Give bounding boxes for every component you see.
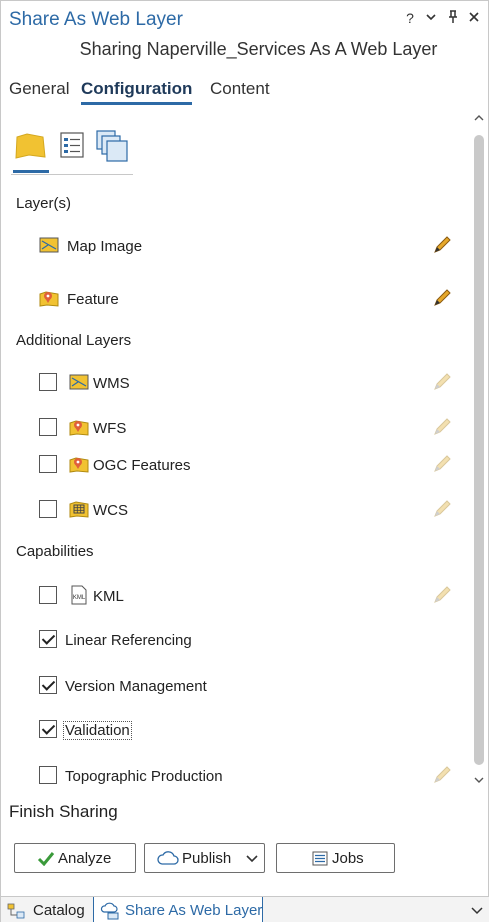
additional-layer-row-wfs: WFS [1,416,469,442]
layer-label: Map Image [67,238,143,255]
vertical-scrollbar[interactable] [471,113,487,789]
linear-referencing-checkbox[interactable] [39,630,57,648]
map-image-icon [39,237,59,253]
capability-row-validation: Validation [1,718,469,744]
bottom-tab-catalog[interactable]: Catalog [5,897,91,922]
layer-label: Feature [67,291,119,308]
layer-row-feature: Feature [1,287,469,313]
additional-layer-row-ogc-features: OGC Features [1,453,469,479]
share-web-layer-icon [100,902,119,920]
version-management-checkbox[interactable] [39,676,57,694]
tab-content[interactable]: Content [210,79,270,99]
feature-layer-icon [69,457,89,473]
capability-row-topographic-production: Topographic Production [1,764,469,790]
pin-icon [449,10,457,23]
kml-checkbox[interactable] [39,586,57,604]
edit-ogc-features-button[interactable] [431,453,453,475]
share-as-web-layer-pane: Share As Web Layer ? Sharing Naperville_… [0,0,489,922]
capability-row-linear-referencing: Linear Referencing [1,628,469,654]
capability-row-kml: KML KML [1,584,469,610]
scrollbar-thumb[interactable] [474,135,484,765]
capability-label: Version Management [65,678,207,695]
wfs-checkbox[interactable] [39,418,57,436]
capabilities-heading: Capabilities [16,543,94,560]
pane-subtitle: Sharing Naperville_Services As A Web Lay… [79,39,438,59]
catalog-icon [7,903,25,919]
analyze-button[interactable]: Analyze [14,843,136,873]
options-menu-button[interactable] [424,10,438,26]
capability-label: Topographic Production [65,768,223,785]
capability-label: KML [93,588,124,605]
topographic-production-checkbox[interactable] [39,766,57,784]
bottom-tab-label: Catalog [33,902,85,919]
validation-checkbox[interactable] [39,720,57,738]
subtab-layer-properties[interactable] [55,129,91,169]
subtab-pages[interactable] [95,129,131,169]
additional-layers-heading: Additional Layers [16,332,132,349]
close-icon [469,12,479,22]
scroll-up-button[interactable] [472,113,486,127]
chevron-up-icon [474,115,484,121]
feature-layer-icon [39,291,59,307]
jobs-button[interactable]: Jobs [276,843,395,873]
chevron-down-icon [426,14,436,21]
edit-topographic-production-button[interactable] [431,764,453,786]
configure-layers-icon [15,133,46,159]
wcs-checkbox[interactable] [39,500,57,518]
additional-layer-row-wms: WMS [1,371,469,397]
raster-icon [69,501,89,518]
bottom-tab-strip: Catalog Share As Web Layer [1,896,489,922]
properties-icon [60,132,84,158]
finish-sharing-heading: Finish Sharing [9,802,118,821]
kml-icon: KML [71,585,87,605]
edit-map-image-button[interactable] [431,234,453,256]
configuration-content: Layer(s) Map Image Feature Additional La… [1,181,469,791]
list-icon [312,851,328,866]
feature-layer-icon [69,420,89,436]
publish-label: Publish [182,850,232,867]
svg-text:KML: KML [73,595,86,601]
ogc-features-checkbox[interactable] [39,455,57,473]
map-image-icon [69,374,89,390]
help-button[interactable]: ? [403,10,417,26]
bottom-tab-label: Share As Web Layer [125,902,263,919]
edit-kml-button[interactable] [431,584,453,606]
edit-feature-button[interactable] [431,287,453,309]
publish-button[interactable]: Publish [144,843,265,873]
title-bar: Share As Web Layer ? [1,1,488,37]
subtab-configure-layers[interactable] [13,129,49,173]
configuration-subtabs [11,129,133,175]
close-button[interactable] [467,10,481,26]
analyze-label: Analyze [58,850,112,867]
checkmark-icon [37,852,55,866]
chevron-down-icon [474,777,484,783]
tab-configuration[interactable]: Configuration [81,79,193,105]
pin-button[interactable] [446,10,460,27]
tab-general[interactable]: General [9,79,69,99]
wms-checkbox[interactable] [39,373,57,391]
bottom-tab-share-as-web-layer[interactable]: Share As Web Layer [93,897,263,922]
layer-row-map-image: Map Image [1,234,469,260]
chevron-down-icon[interactable] [471,906,483,916]
additional-layer-label: WCS [93,502,128,519]
edit-wfs-button[interactable] [431,416,453,438]
capability-label: Linear Referencing [65,632,192,649]
capability-row-version-management: Version Management [1,674,469,700]
additional-layer-label: WMS [93,375,130,392]
additional-layer-label: OGC Features [93,457,191,474]
pages-icon [96,130,128,162]
chevron-down-icon[interactable] [246,854,258,864]
layers-heading: Layer(s) [16,195,72,212]
additional-layer-row-wcs: WCS [1,498,469,524]
cloud-icon [157,851,179,865]
additional-layer-label: WFS [93,420,127,437]
edit-wms-button[interactable] [431,371,453,393]
pane-title: Share As Web Layer [9,9,183,30]
edit-wcs-button[interactable] [431,498,453,520]
capability-label: Validation [63,721,132,740]
jobs-label: Jobs [332,850,364,867]
scroll-down-button[interactable] [472,775,486,789]
